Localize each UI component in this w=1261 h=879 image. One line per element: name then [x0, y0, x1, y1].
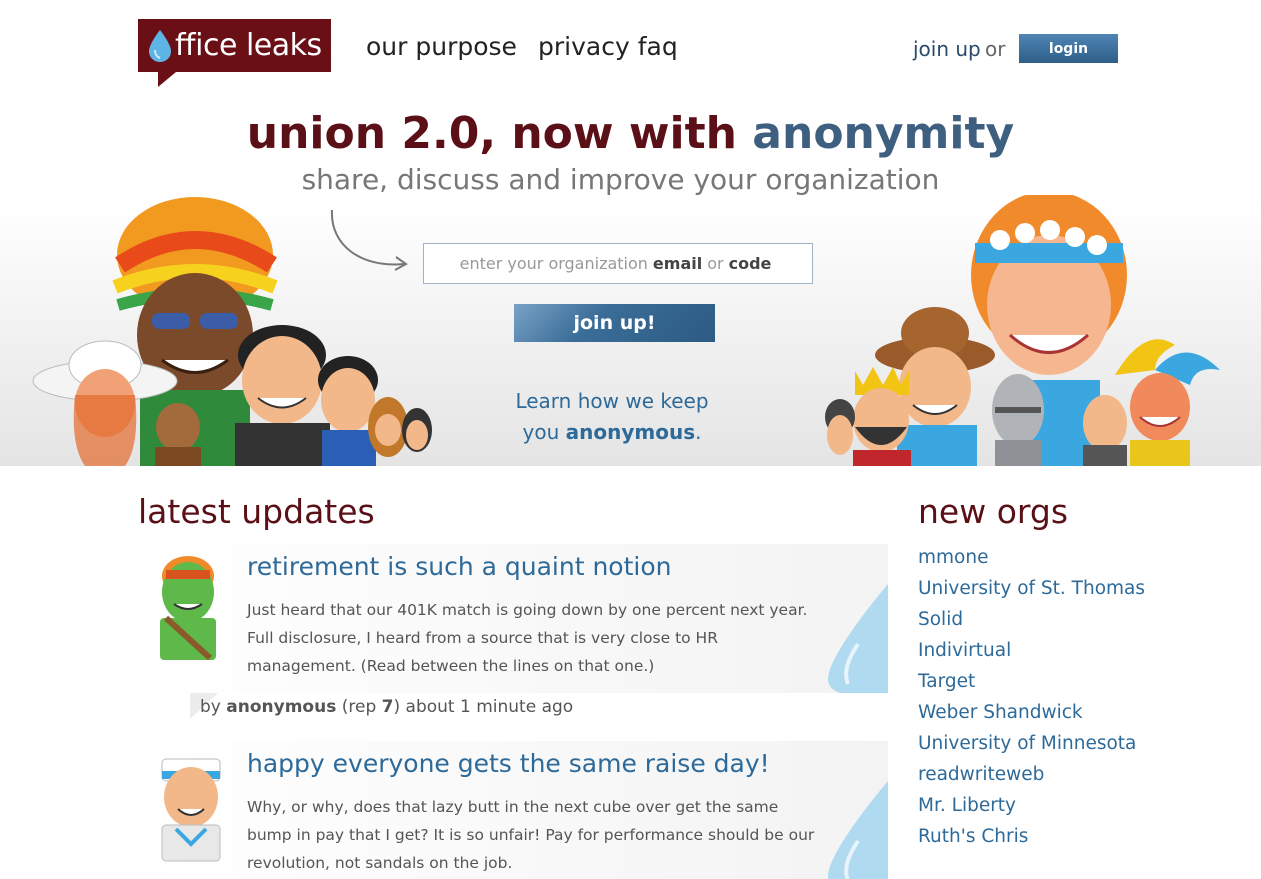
rep-prefix: (rep	[341, 697, 377, 717]
post-author[interactable]: anonymous	[226, 697, 336, 717]
logo-speech-tail	[158, 72, 176, 87]
learn-line1: Learn how we keep	[515, 389, 709, 413]
join-up-button[interactable]: join up!	[514, 304, 715, 342]
byline-by: by	[200, 697, 221, 717]
placeholder-code: code	[728, 254, 772, 273]
org-link[interactable]: mmone	[918, 545, 1148, 571]
new-orgs-title: new orgs	[918, 492, 1069, 531]
characters-illustration-right	[825, 195, 1220, 466]
placeholder-prefix: enter your organization	[459, 254, 648, 273]
logo-text: ffice leaks	[175, 28, 322, 63]
join-up-link[interactable]: join up	[913, 37, 981, 61]
placeholder-or: or	[707, 254, 724, 273]
post-body: Just heard that our 401K match is going …	[247, 601, 808, 675]
post-title[interactable]: happy everyone gets the same raise day!	[247, 749, 770, 778]
org-link[interactable]: University of St. Thomas	[918, 576, 1148, 602]
post-title[interactable]: retirement is such a quaint notion	[247, 552, 672, 581]
learn-anonymity-link[interactable]: Learn how we keep you anonymous.	[470, 386, 754, 448]
learn-line2-prefix: you	[522, 420, 560, 444]
org-link[interactable]: Mr. Liberty	[918, 793, 1148, 819]
post-time: about 1 minute ago	[405, 697, 574, 717]
update-post[interactable]: retirement is such a quaint notion Just …	[138, 544, 888, 693]
avatar	[160, 556, 216, 661]
hero-subline: share, discuss and improve your organiza…	[301, 163, 940, 196]
learn-line2-bold: anonymous	[565, 420, 696, 444]
headline-part2: anonymity	[752, 108, 1015, 159]
learn-line2: you anonymous.	[470, 417, 754, 448]
rep-suffix: )	[393, 697, 401, 717]
org-link[interactable]: Indivirtual	[918, 638, 1148, 664]
organization-email-input[interactable]: enter your organization email or code	[423, 243, 813, 284]
water-drop-icon	[828, 781, 888, 879]
post-body: Why, or why, does that lazy butt in the …	[247, 798, 815, 872]
headline-part1: union 2.0, now with	[246, 108, 737, 159]
org-link[interactable]: Target	[918, 669, 1148, 695]
org-link[interactable]: Solid	[918, 607, 1148, 633]
learn-line2-suffix: .	[695, 420, 702, 444]
org-link[interactable]: Ruth's Chris	[918, 824, 1148, 850]
update-post[interactable]: happy everyone gets the same raise day! …	[138, 741, 888, 879]
site-logo[interactable]: ffice leaks	[138, 19, 331, 72]
post-byline: by anonymous (rep 7) about 1 minute ago	[200, 697, 573, 717]
placeholder-email: email	[652, 254, 703, 273]
new-orgs-list: mmone University of St. Thomas Solid Ind…	[918, 545, 1148, 855]
avatar	[161, 758, 221, 862]
nav-privacy-faq[interactable]: privacy faq	[538, 32, 678, 61]
characters-illustration-left	[32, 197, 432, 466]
or-text: or	[985, 37, 1006, 61]
nav-our-purpose[interactable]: our purpose	[366, 32, 517, 61]
org-link[interactable]: Weber Shandwick	[918, 700, 1148, 726]
org-link[interactable]: readwriteweb	[918, 762, 1148, 788]
latest-updates-title: latest updates	[138, 492, 375, 531]
water-drop-icon	[149, 29, 171, 62]
org-link[interactable]: University of Minnesota	[918, 731, 1148, 757]
rep-value: 7	[381, 697, 394, 717]
water-drop-icon	[828, 584, 888, 693]
login-button[interactable]: login	[1019, 34, 1118, 63]
hero-headline: union 2.0, now with anonymity	[0, 108, 1261, 159]
